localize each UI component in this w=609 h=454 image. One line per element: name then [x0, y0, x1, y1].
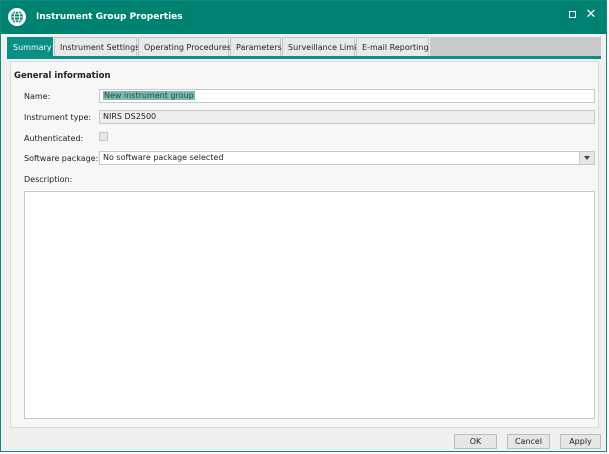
software-package-label: Software package: [24, 154, 99, 163]
tab-strip: Summary Instrument Settings Operating Pr… [7, 37, 601, 57]
name-field[interactable]: New instrument group [99, 89, 595, 103]
tab-email-reporting[interactable]: E-mail Reporting [356, 37, 429, 57]
tab-summary[interactable]: Summary [7, 37, 53, 57]
instrument-type-label: Instrument type: [24, 113, 92, 122]
title-bar[interactable]: Instrument Group Properties ✕ [1, 1, 606, 34]
name-value: New instrument group [103, 91, 195, 100]
tab-parameters[interactable]: Parameters [230, 37, 282, 57]
section-title: General information [14, 71, 111, 81]
authenticated-checkbox[interactable] [99, 132, 108, 141]
tab-underline [7, 56, 601, 59]
ok-button[interactable]: OK [454, 434, 497, 449]
tab-instrument-settings[interactable]: Instrument Settings [54, 37, 139, 57]
tab-operating-procedures[interactable]: Operating Procedures [138, 37, 231, 57]
properties-window: Instrument Group Properties ✕ Summary In… [0, 0, 607, 452]
software-package-select[interactable]: No software package selected [99, 151, 595, 165]
tab-strip-fill [430, 37, 601, 57]
close-button[interactable]: ✕ [584, 8, 598, 22]
cancel-button[interactable]: Cancel [507, 434, 550, 449]
software-package-value: No software package selected [103, 153, 224, 162]
description-label: Description: [24, 175, 73, 184]
globe-icon [8, 8, 26, 26]
chevron-down-icon[interactable] [579, 152, 594, 164]
tab-surveillance-limits[interactable]: Surveillance Limits [282, 37, 364, 57]
instrument-type-field: NIRS DS2500 [99, 110, 595, 124]
description-textarea[interactable] [24, 191, 595, 419]
authenticated-label: Authenticated: [24, 134, 84, 143]
apply-button[interactable]: Apply [560, 434, 601, 449]
maximize-button[interactable] [566, 8, 580, 22]
window-title: Instrument Group Properties [36, 12, 183, 22]
instrument-type-value: NIRS DS2500 [103, 112, 157, 121]
name-label: Name: [24, 92, 51, 101]
